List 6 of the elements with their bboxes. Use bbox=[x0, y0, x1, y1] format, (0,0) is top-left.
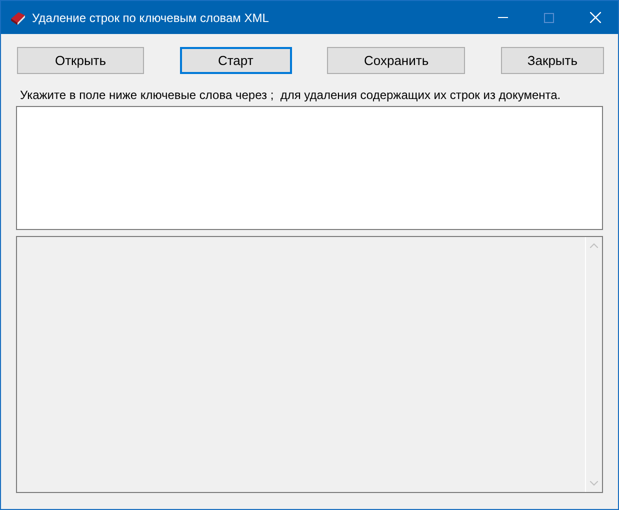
action-button[interactable]: Закрыть bbox=[500, 47, 604, 74]
action-button[interactable]: Старт bbox=[180, 47, 292, 74]
action-button[interactable]: Сохранить bbox=[327, 47, 466, 74]
instruction-text: Укажите в поле ниже ключевые слова через ; для удаления содержащих их строк из документа. bbox=[20, 87, 562, 104]
window-title: Удаление строк по ключевым словам XML bbox=[32, 10, 269, 26]
action-button[interactable]: Открыть bbox=[17, 47, 144, 74]
